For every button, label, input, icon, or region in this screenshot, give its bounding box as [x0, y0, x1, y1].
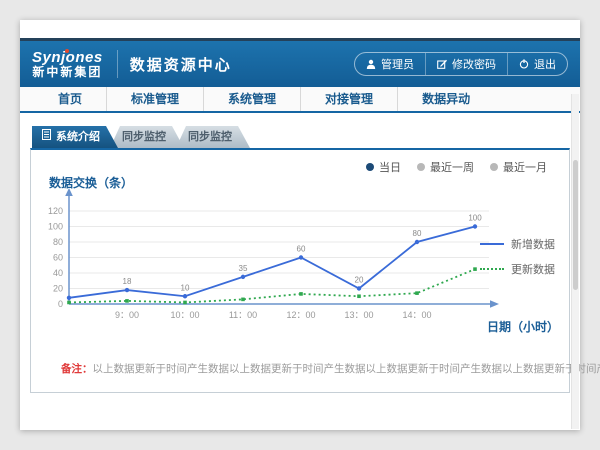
app-header: Synjones 新中新集团 数据资源中心 管理员 修改密码 退出	[20, 41, 580, 87]
tab-sync-monitor-2[interactable]: 同步监控	[176, 126, 250, 148]
legend-item: 更新数据	[480, 261, 555, 277]
time-range-filter: 当日 最近一周 最近一月	[366, 159, 547, 175]
chart-x-axis-title: 日期（小时）	[487, 318, 559, 335]
user-icon	[366, 59, 376, 69]
svg-text:13：00: 13：00	[344, 310, 373, 320]
tab-label: 系统介绍	[56, 126, 100, 148]
svg-text:9：00: 9：00	[115, 310, 139, 320]
svg-text:80: 80	[413, 229, 422, 238]
svg-text:18: 18	[123, 277, 132, 286]
radio-dot-icon	[417, 163, 425, 171]
radio-label: 最近一周	[430, 159, 474, 175]
legend-label: 新增数据	[511, 236, 555, 252]
svg-text:20: 20	[355, 276, 364, 285]
svg-text:100: 100	[48, 222, 63, 232]
vertical-scrollbar[interactable]	[571, 94, 579, 429]
radio-label: 当日	[379, 159, 401, 175]
change-password-label: 修改密码	[452, 56, 496, 72]
svg-text:0: 0	[58, 299, 63, 309]
document-icon	[42, 126, 51, 148]
radio-dot-icon	[366, 163, 374, 171]
radio-today[interactable]: 当日	[366, 159, 401, 175]
legend-line-sample	[480, 268, 504, 270]
page-title: 数据资源中心	[130, 54, 232, 75]
svg-text:20: 20	[53, 284, 63, 294]
radio-last-week[interactable]: 最近一周	[417, 159, 474, 175]
svg-text:12：00: 12：00	[286, 310, 315, 320]
tab-label: 同步监控	[188, 131, 232, 143]
browser-page: Synjones 新中新集团 数据资源中心 管理员 修改密码 退出 首页标准管理…	[20, 20, 580, 430]
radio-label: 最近一月	[503, 159, 547, 175]
svg-text:80: 80	[53, 237, 63, 247]
svg-text:60: 60	[297, 245, 306, 254]
footnote-text: 以上数据更新于时间产生数据以上数据更新于时间产生数据以上数据更新于时间产生数据以…	[93, 363, 600, 375]
tab-sync-monitor-1[interactable]: 同步监控	[110, 126, 184, 148]
svg-text:60: 60	[53, 253, 63, 263]
svg-text:35: 35	[239, 264, 248, 273]
change-password-button[interactable]: 修改密码	[425, 53, 507, 75]
current-user-button[interactable]: 管理员	[355, 53, 425, 75]
current-user-label: 管理员	[381, 56, 414, 72]
main-nav: 首页标准管理系统管理对接管理数据异动	[20, 87, 580, 113]
nav-connect-mgmt[interactable]: 对接管理	[300, 87, 397, 111]
tab-label: 同步监控	[122, 131, 166, 143]
company-logo: Synjones 新中新集团	[32, 50, 103, 78]
nav-standard-mgmt[interactable]: 标准管理	[106, 87, 203, 111]
svg-text:14：00: 14：00	[402, 310, 431, 320]
radio-last-month[interactable]: 最近一月	[490, 159, 547, 175]
legend-line-sample	[480, 243, 504, 245]
svg-text:40: 40	[53, 268, 63, 278]
svg-text:10: 10	[181, 283, 190, 292]
tab-bar: 系统介绍 同步监控 同步监控	[32, 126, 250, 148]
legend-item: 新增数据	[480, 236, 555, 252]
power-icon	[519, 59, 529, 69]
nav-data-change[interactable]: 数据异动	[397, 87, 494, 111]
logo-red-dot	[65, 49, 69, 53]
footnote-label: 备注：	[61, 363, 93, 375]
edit-icon	[437, 59, 447, 69]
scrollbar-thumb[interactable]	[573, 160, 578, 290]
page-top-strip	[20, 20, 580, 38]
line-chart: 0 20 40 60 80 100 120 9：00 10：00 11：00 12：00 13：00 1…	[43, 188, 505, 324]
nav-home[interactable]: 首页	[34, 87, 106, 111]
tab-system-intro[interactable]: 系统介绍	[32, 126, 118, 148]
footnote: 备注：以上数据更新于时间产生数据以上数据更新于时间产生数据以上数据更新于时间产生…	[61, 361, 600, 376]
svg-text:100: 100	[468, 214, 482, 223]
logo-company-name: 新中新集团	[32, 66, 103, 79]
header-divider	[117, 50, 118, 78]
svg-text:10：00: 10：00	[170, 310, 199, 320]
nav-system-mgmt[interactable]: 系统管理	[203, 87, 300, 111]
svg-text:11：00: 11：00	[229, 310, 257, 320]
user-toolbar: 管理员 修改密码 退出	[354, 52, 568, 76]
logout-button[interactable]: 退出	[507, 53, 567, 75]
content-panel: 当日最近一周最近一月 数据交换（条） 0204060801001209：0010…	[30, 148, 570, 393]
svg-text:120: 120	[48, 206, 63, 216]
logout-label: 退出	[534, 56, 556, 72]
legend-label: 更新数据	[511, 261, 555, 277]
radio-dot-icon	[490, 163, 498, 171]
chart-legend: 新增数据更新数据	[480, 236, 555, 277]
